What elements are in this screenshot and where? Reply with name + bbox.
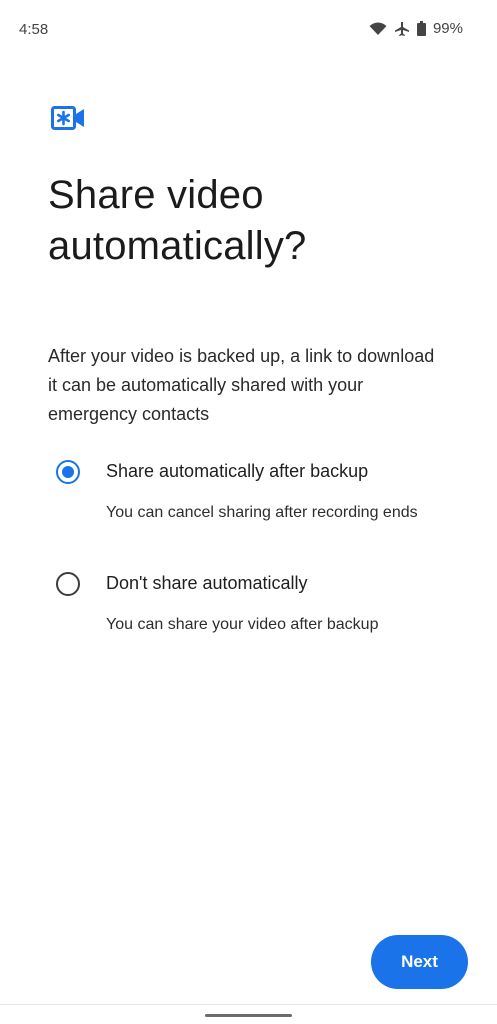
option-sublabel: You can share your video after backup: [106, 616, 379, 633]
nav-divider: [0, 1004, 497, 1005]
description-text: After your video is backed up, a link to…: [48, 346, 435, 424]
status-icons: 99%: [369, 20, 463, 37]
airplane-mode-icon: [394, 21, 410, 37]
video-emergency-icon: [51, 106, 85, 130]
option-label: Don't share automatically: [106, 573, 308, 593]
dont-share-option[interactable]: Don't share automatically You can share …: [40, 560, 480, 650]
radio-button-selected[interactable]: [56, 460, 80, 484]
gesture-nav-handle[interactable]: [205, 1014, 292, 1017]
wifi-icon: [369, 22, 387, 36]
radio-button-unselected[interactable]: [56, 572, 80, 596]
next-button[interactable]: Next: [371, 935, 468, 989]
battery-percent: 99%: [432, 20, 463, 37]
share-automatically-option[interactable]: Share automatically after backup You can…: [40, 448, 480, 538]
status-time: 4:58: [19, 21, 49, 38]
page-title: Share video automatically?: [48, 173, 307, 268]
option-sublabel: You can cancel sharing after recording e…: [106, 504, 418, 521]
battery-icon: [416, 21, 426, 36]
status-bar: 4:58 99%: [0, 0, 497, 60]
option-label: Share automatically after backup: [106, 461, 369, 481]
